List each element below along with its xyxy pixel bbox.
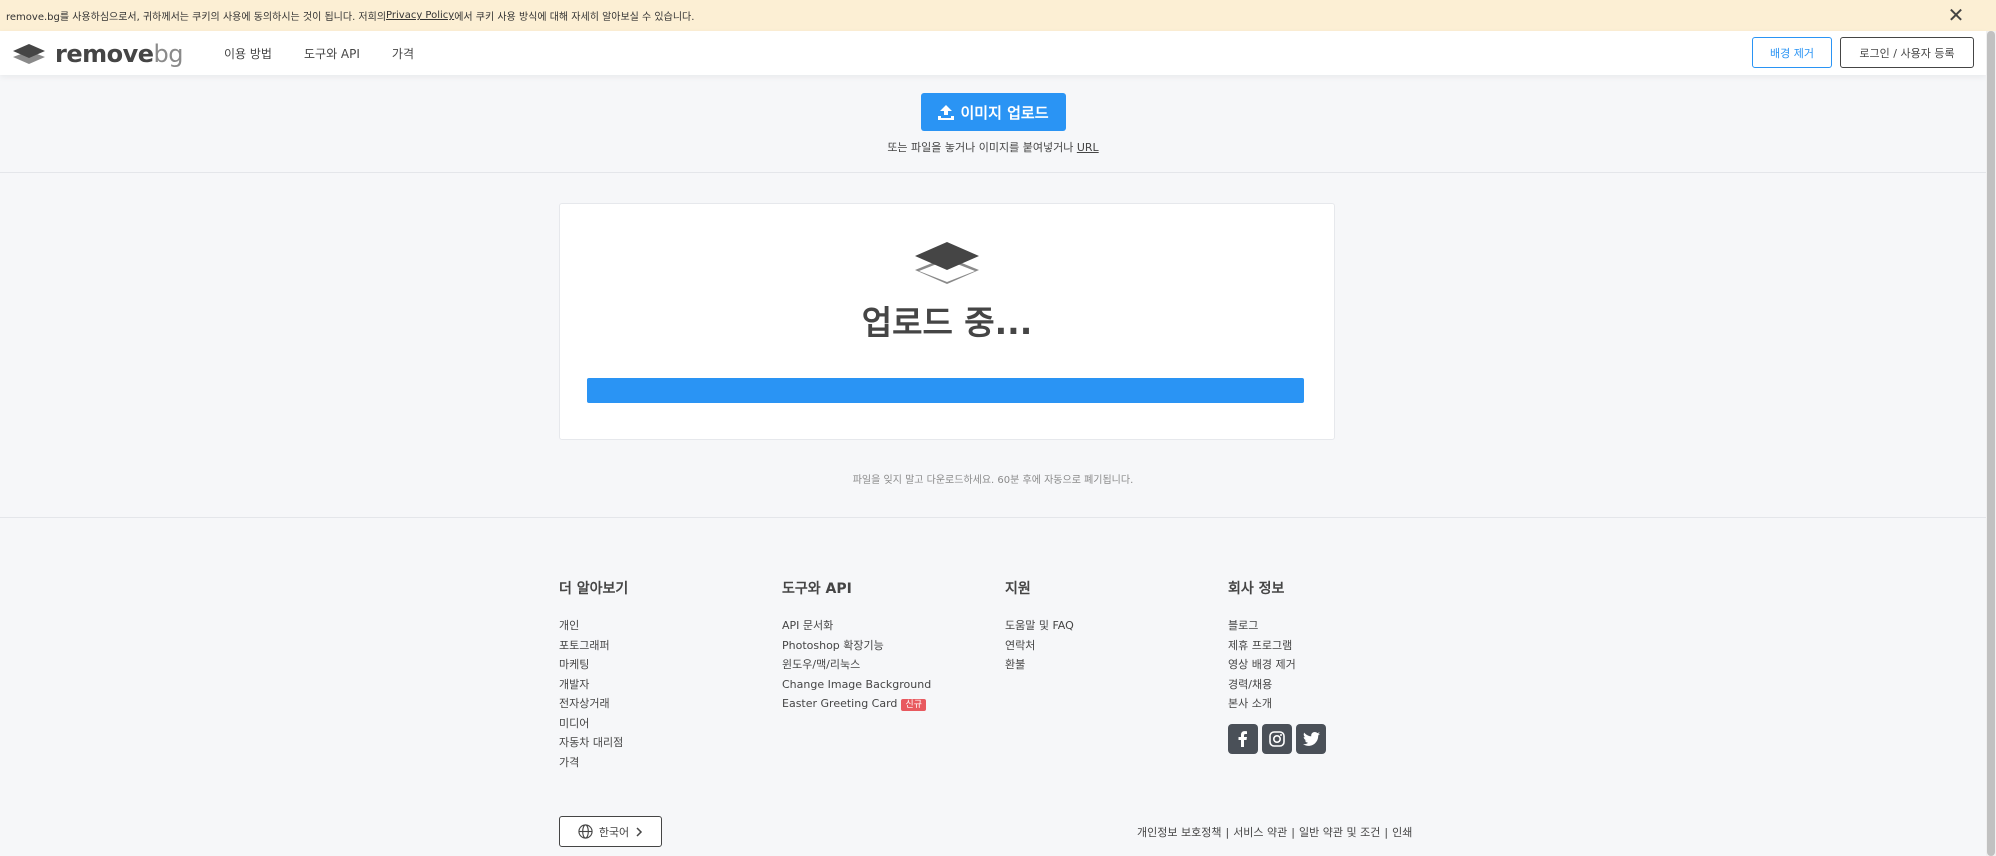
footer-heading: 도구와 API	[782, 581, 852, 597]
footer-heading: 회사 정보	[1228, 581, 1285, 597]
cookie-banner: remove.bg를 사용하심으로서, 귀하께서는 쿠키의 사용에 동의하시는 …	[0, 0, 1996, 31]
cookie-text-after: 에서 쿠키 사용 방식에 대해 자세히 알아보실 수 있습니다.	[454, 12, 695, 23]
progress-fill	[587, 378, 1304, 403]
footer-link[interactable]: 영상 배경 제거	[1228, 658, 1296, 678]
chevron-right-icon	[636, 826, 643, 837]
language-label: 한국어	[598, 825, 630, 839]
imprint-link[interactable]: 인쇄	[1392, 826, 1412, 839]
logo[interactable]: removebg	[13, 40, 184, 68]
footer-link[interactable]: 전자상거래	[559, 697, 628, 717]
upload-subtext: 또는 파일을 놓거나 이미지를 붙여넣거나 URL	[887, 141, 1099, 154]
footer-link[interactable]: 포토그래퍼	[559, 639, 628, 659]
footer-heading: 지원	[1005, 581, 1031, 597]
footer-link[interactable]: 마케팅	[559, 658, 628, 678]
footer-link[interactable]: 경력/채용	[1228, 678, 1296, 698]
footer-column-tools-api: 도구와 API API 문서화 Photoshop 확장기능 윈도우/맥/리눅스…	[782, 578, 931, 717]
footer-link[interactable]: 윈도우/맥/리눅스	[782, 658, 931, 678]
footer-link-easter[interactable]: Easter Greeting Card 신규	[782, 697, 931, 717]
close-icon[interactable]: ✕	[1946, 5, 1966, 26]
remove-background-button[interactable]: 배경 제거	[1752, 37, 1832, 68]
footer-link[interactable]: Photoshop 확장기능	[782, 639, 931, 659]
upload-button-label: 이미지 업로드	[960, 103, 1049, 122]
nav-links: 이용 방법 도구와 API 가격	[224, 45, 414, 62]
globe-icon	[578, 824, 593, 839]
footer-link[interactable]: 환불	[1005, 658, 1074, 678]
footer-column-company: 회사 정보 블로그 제휴 프로그램 영상 배경 제거 경력/채용 본사 소개	[1228, 578, 1296, 717]
cookie-text-before: remove.bg를 사용하심으로서, 귀하께서는 쿠키의 사용에 동의하시는 …	[6, 12, 387, 23]
social-links	[1228, 724, 1326, 754]
layers-icon	[915, 242, 979, 284]
footer-link[interactable]: 연락처	[1005, 639, 1074, 659]
upload-progress-card: 업로드 중...	[559, 203, 1335, 440]
page-scrollbar[interactable]	[1986, 31, 1996, 856]
footer-column-support: 지원 도움말 및 FAQ 연락처 환불	[1005, 578, 1074, 678]
login-signup-button[interactable]: 로그인 / 사용자 등록	[1840, 37, 1974, 68]
instagram-icon[interactable]	[1262, 724, 1292, 754]
language-selector[interactable]: 한국어	[559, 816, 662, 847]
privacy-policy-link[interactable]: 개인정보 보호정책	[1137, 826, 1221, 839]
legal-links: 개인정보 보호정책 | 서비스 약관 | 일반 약관 및 조건 | 인쇄	[1137, 826, 1413, 839]
logo-text: removebg	[55, 40, 184, 68]
footer-link[interactable]: 개발자	[559, 678, 628, 698]
footer-column-learn-more: 더 알아보기 개인 포토그래퍼 마케팅 개발자 전자상거래 미디어 자동차 대리…	[559, 578, 628, 775]
nav-link-tools-api[interactable]: 도구와 API	[304, 45, 360, 62]
footer-link[interactable]: 블로그	[1228, 619, 1296, 639]
scrollbar-thumb[interactable]	[1987, 31, 1995, 856]
footer-link[interactable]: 제휴 프로그램	[1228, 639, 1296, 659]
uploading-title: 업로드 중...	[861, 303, 1033, 342]
upload-image-button[interactable]: 이미지 업로드	[921, 93, 1066, 131]
new-badge: 신규	[901, 699, 926, 711]
url-link[interactable]: URL	[1077, 141, 1099, 154]
footer-link[interactable]: 가격	[559, 756, 628, 776]
twitter-icon[interactable]	[1296, 724, 1326, 754]
nav-link-pricing[interactable]: 가격	[392, 45, 414, 62]
top-nav: removebg 이용 방법 도구와 API 가격 배경 제거 로그인 / 사용…	[0, 31, 1986, 75]
facebook-icon[interactable]	[1228, 724, 1258, 754]
footer-link[interactable]: 미디어	[559, 717, 628, 737]
upload-icon	[938, 104, 955, 120]
footer-link[interactable]: 개인	[559, 619, 628, 639]
footer-link[interactable]: 자동차 대리점	[559, 736, 628, 756]
footer-link[interactable]: 도움말 및 FAQ	[1005, 619, 1074, 639]
download-reminder: 파일을 잊지 말고 다운로드하세요. 60분 후에 자동으로 폐기됩니다.	[852, 475, 1134, 486]
footer-link[interactable]: API 문서화	[782, 619, 931, 639]
nav-link-how-to[interactable]: 이용 방법	[224, 45, 272, 62]
layers-logo-icon	[13, 44, 45, 64]
terms-of-service-link[interactable]: 서비스 약관	[1233, 826, 1287, 839]
footer-link[interactable]: Change Image Background	[782, 678, 931, 698]
upload-progress-bar	[587, 378, 1304, 403]
privacy-policy-link[interactable]: Privacy Policy	[386, 10, 454, 21]
footer-heading: 더 알아보기	[559, 581, 629, 597]
footer-link[interactable]: 본사 소개	[1228, 697, 1296, 717]
divider	[0, 517, 1986, 518]
general-terms-link[interactable]: 일반 약관 및 조건	[1299, 826, 1380, 839]
divider	[0, 172, 1986, 173]
